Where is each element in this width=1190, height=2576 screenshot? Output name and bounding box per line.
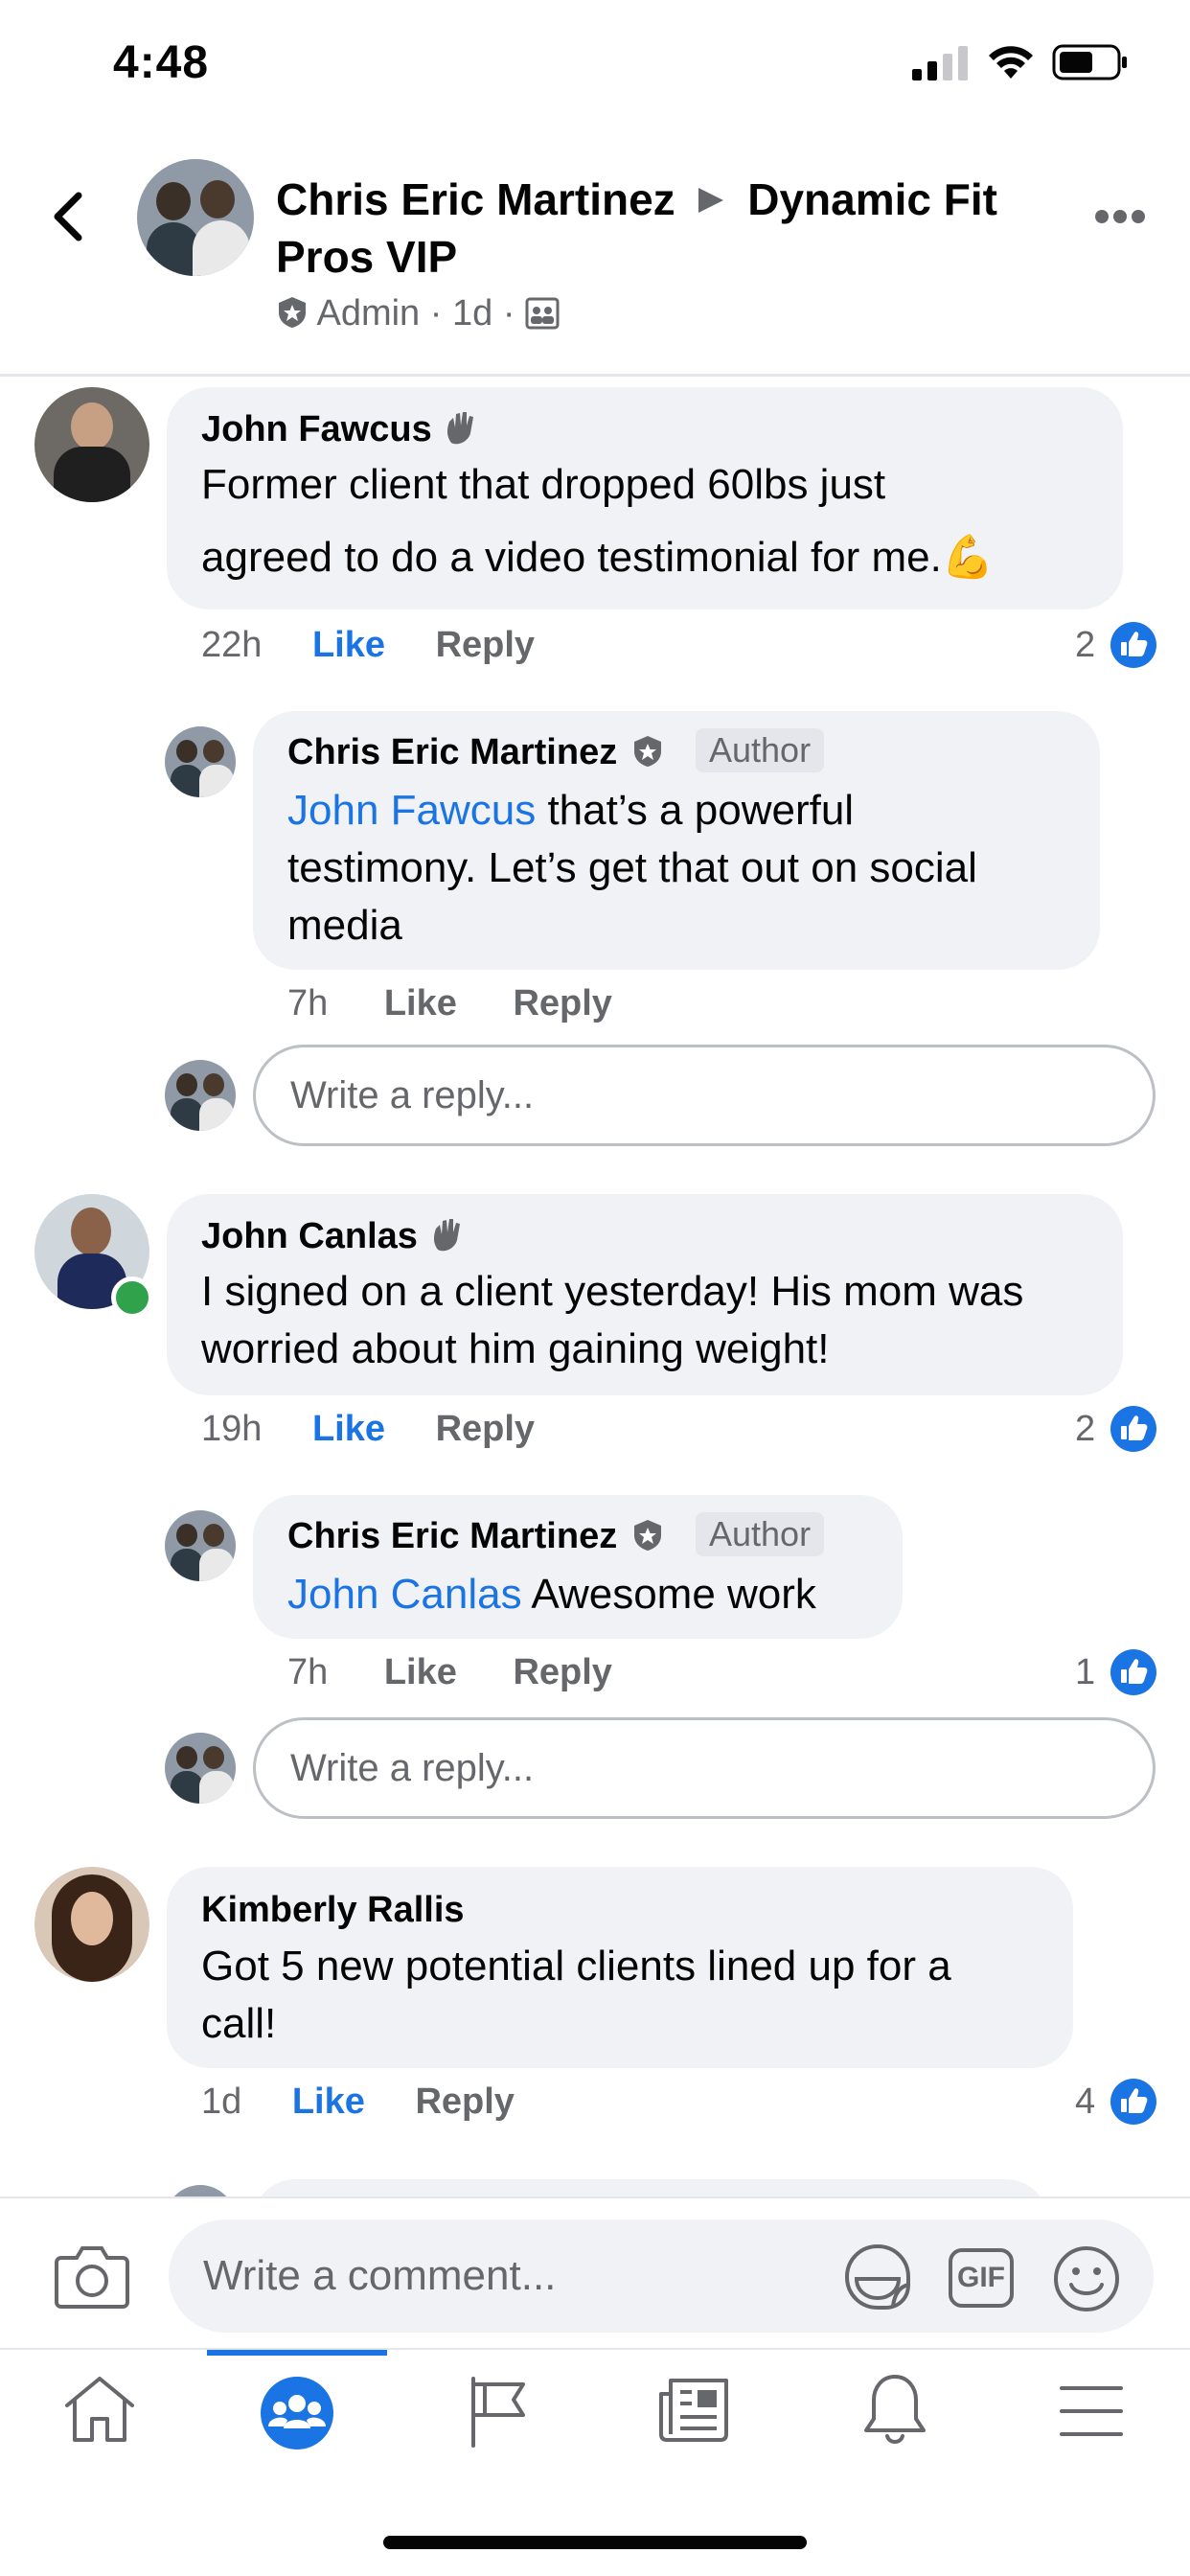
menu-icon[interactable]	[1058, 2384, 1125, 2438]
reaction-count[interactable]: 4	[1075, 2082, 1095, 2123]
reply-text-line: John Canlas Awesome work	[287, 1571, 816, 1618]
reply-input[interactable]: Write a reply...	[253, 1045, 1156, 1146]
role-label: Admin	[316, 293, 421, 334]
flexed-biceps-emoji: 💪	[941, 534, 995, 581]
admin-shield-icon	[279, 297, 306, 328]
like-button[interactable]: Like	[292, 2082, 365, 2122]
reply-button[interactable]: Reply	[436, 625, 535, 665]
admin-shield-icon	[633, 736, 661, 767]
header-divider	[0, 374, 1190, 377]
comment-text-line: Got 5 new potential clients lined up for…	[201, 1943, 951, 1990]
reply-text-line: testimony. Let’s get that out on social	[287, 844, 977, 891]
comment-actions: 19h Like Reply	[201, 1409, 535, 1450]
reply-text-line: John Fawcus that’s a powerful	[287, 787, 855, 834]
gif-button[interactable]: GIF	[949, 2248, 1014, 2308]
group-name-line2[interactable]: Pros VIP	[276, 228, 457, 286]
like-reaction-icon	[1110, 1406, 1156, 1452]
active-tab-indicator	[207, 2350, 387, 2356]
clipped-next-reply	[0, 2175, 1190, 2196]
comment-author-name[interactable]: Kimberly Rallis	[201, 1890, 465, 1931]
reaction-count[interactable]: 2	[1075, 1409, 1095, 1450]
composer-divider	[0, 2196, 1190, 2198]
reply-author-avatar[interactable]	[165, 1510, 236, 1581]
news-icon[interactable]	[657, 2377, 730, 2444]
status-time: 4:48	[113, 37, 210, 88]
back-chevron-icon[interactable]	[48, 188, 86, 245]
comment-actions: 1d Like Reply	[201, 2082, 515, 2123]
notifications-bell-icon[interactable]	[860, 2371, 929, 2448]
reply-button[interactable]: Reply	[415, 2082, 514, 2122]
tab-bar-divider	[0, 2348, 1190, 2350]
reply-actions: 7h Like Reply	[287, 983, 612, 1024]
group-members-icon	[525, 297, 560, 330]
reply-actions: 7h Like Reply	[287, 1652, 612, 1693]
reply-button[interactable]: Reply	[513, 1652, 611, 1692]
smiley-icon[interactable]	[1052, 2244, 1121, 2313]
groups-icon[interactable]	[259, 2375, 335, 2451]
commenter-avatar[interactable]	[34, 387, 149, 502]
wifi-icon	[989, 46, 1033, 79]
more-options-icon[interactable]	[1094, 209, 1146, 224]
mention-link[interactable]: John Fawcus	[287, 787, 536, 834]
waving-hand-icon	[447, 412, 474, 445]
comment-text-line: I signed on a client yesterday! His mom …	[201, 1268, 1024, 1315]
post-age: 1d	[451, 293, 493, 334]
cellular-signal-icon	[912, 46, 968, 80]
post-meta: Admin · 1d ·	[276, 293, 560, 334]
comment-text-line: worried about him gaining weight!	[201, 1325, 830, 1372]
like-reaction-icon	[1110, 622, 1156, 668]
online-status-dot	[111, 1276, 153, 1319]
like-reaction-icon	[1110, 2079, 1156, 2125]
comment-actions: 22h Like Reply	[201, 625, 535, 666]
my-avatar	[165, 1060, 236, 1131]
comment-time: 22h	[201, 625, 263, 665]
comment-author-name[interactable]: John Fawcus	[201, 408, 480, 450]
comment-text-line: agreed to do a video testimonial for me.…	[201, 534, 995, 581]
like-button[interactable]: Like	[384, 983, 457, 1024]
home-indicator	[383, 2536, 807, 2549]
post-title: Chris Eric Martinez Dynamic Fit	[276, 171, 997, 228]
reply-button[interactable]: Reply	[513, 983, 611, 1024]
like-button[interactable]: Like	[384, 1652, 457, 1692]
my-avatar	[165, 1733, 236, 1804]
reply-button[interactable]: Reply	[436, 1409, 535, 1449]
mention-link[interactable]: John Canlas	[287, 1571, 522, 1618]
sticker-icon[interactable]	[843, 2242, 912, 2312]
post-author-name[interactable]: Chris Eric Martinez	[276, 174, 675, 224]
comment-author-name[interactable]: John Canlas	[201, 1215, 467, 1257]
battery-icon	[1052, 44, 1127, 80]
reply-author-name[interactable]: Chris Eric Martinez	[287, 1516, 664, 1557]
reaction-count[interactable]: 1	[1075, 1652, 1095, 1693]
reply-author-name[interactable]: Chris Eric Martinez	[287, 732, 664, 773]
reply-time: 7h	[287, 983, 329, 1024]
group-author-avatar[interactable]	[137, 159, 254, 276]
reply-time: 7h	[287, 1652, 329, 1692]
home-icon[interactable]	[61, 2373, 138, 2446]
comment-time: 1d	[201, 2082, 242, 2122]
reply-input[interactable]: Write a reply...	[253, 1717, 1156, 1819]
reply-author-avatar[interactable]	[165, 726, 236, 797]
comment-text-line: Former client that dropped 60lbs just	[201, 461, 886, 508]
like-button[interactable]: Like	[312, 1409, 385, 1449]
reply-text-line: media	[287, 902, 402, 949]
waving-hand-icon	[433, 1219, 460, 1252]
camera-icon[interactable]	[54, 2242, 130, 2310]
author-badge: Author	[696, 1512, 825, 1556]
triangle-right-icon	[698, 188, 724, 213]
admin-shield-icon	[633, 1520, 661, 1551]
like-button[interactable]: Like	[312, 625, 385, 665]
comment-text-line: call!	[201, 2000, 277, 2047]
comment-time: 19h	[201, 1409, 263, 1449]
group-name-line1[interactable]: Dynamic Fit	[747, 174, 997, 224]
commenter-avatar[interactable]	[34, 1867, 149, 1982]
like-reaction-icon	[1110, 1649, 1156, 1695]
author-badge: Author	[696, 728, 825, 772]
reaction-count[interactable]: 2	[1075, 625, 1095, 666]
pages-flag-icon[interactable]	[464, 2373, 531, 2450]
